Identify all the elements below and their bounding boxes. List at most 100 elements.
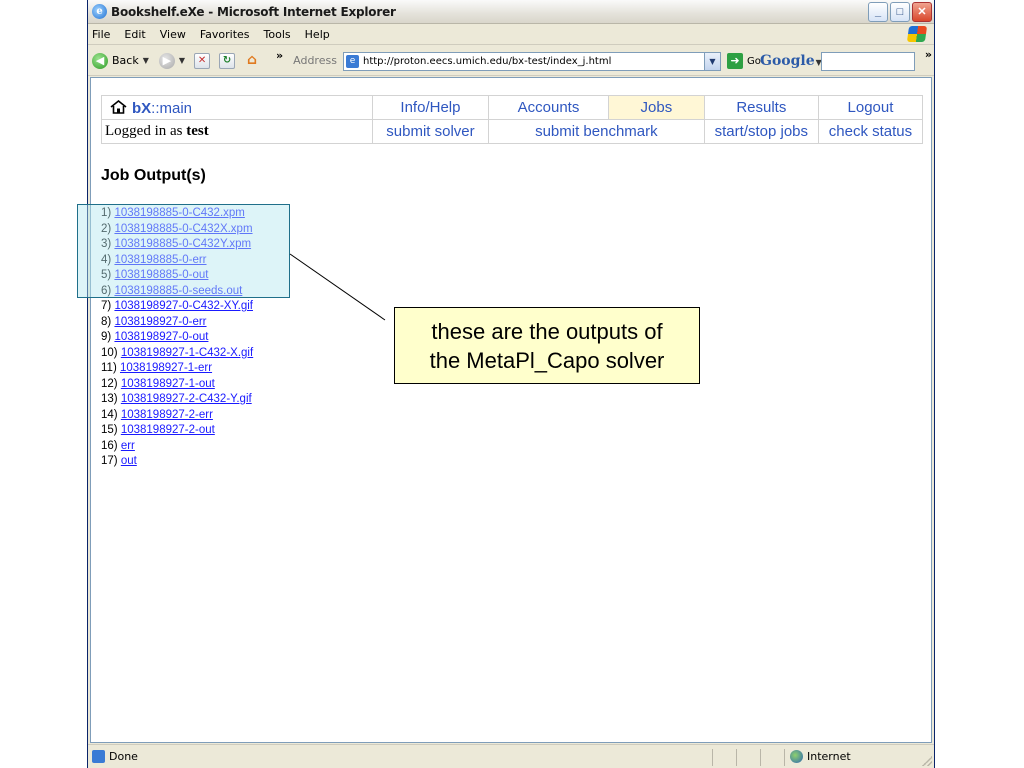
- title-bar[interactable]: e Bookshelf.eXe - Microsoft Internet Exp…: [88, 0, 934, 24]
- menu-help[interactable]: Help: [305, 28, 330, 41]
- output-file-link[interactable]: 1038198927-1-C432-X.gif: [121, 347, 253, 359]
- callout-line-1: these are the outputs of: [431, 318, 663, 344]
- google-search-input[interactable]: [821, 52, 915, 71]
- status-divider: [760, 749, 761, 766]
- nav-results[interactable]: Results: [703, 95, 819, 120]
- output-number: 12): [101, 377, 118, 390]
- subnav-check-status[interactable]: check status: [817, 119, 924, 144]
- page-done-icon: [92, 750, 105, 763]
- output-list-item: 10) 1038198927-1-C432-X.gif: [101, 346, 253, 362]
- window-title: Bookshelf.eXe - Microsoft Internet Explo…: [111, 4, 396, 19]
- output-number: 15): [101, 424, 118, 436]
- output-list-item: 14) 1038198927-2-err: [101, 408, 253, 424]
- output-number: 11): [101, 362, 117, 374]
- output-number: 14): [101, 408, 118, 421]
- app-logo-bold: bX: [132, 99, 152, 117]
- toolbar: ◀ Back ▼ ▶ ▼ ✕ ↻ ⌂ » Address e http://pr…: [88, 46, 934, 76]
- nav-accounts[interactable]: Accounts: [487, 95, 609, 120]
- logged-in-status: Logged in as test: [101, 119, 373, 144]
- app-logo[interactable]: bX::main: [101, 95, 373, 120]
- menu-view[interactable]: View: [160, 28, 186, 41]
- status-divider: [712, 749, 713, 766]
- subnav-start-stop-jobs[interactable]: start/stop jobs: [703, 119, 819, 144]
- subnav-submit-benchmark[interactable]: submit benchmark: [487, 119, 705, 144]
- nav-jobs[interactable]: Jobs: [607, 95, 705, 120]
- output-number: 10): [101, 346, 118, 359]
- status-divider: [784, 749, 785, 766]
- output-file-link[interactable]: 1038198927-2-C432-Y.gif: [121, 393, 252, 405]
- output-list-item: 8) 1038198927-0-err: [101, 315, 253, 331]
- google-more-chevron-icon[interactable]: »: [925, 48, 932, 61]
- output-list-item: 11) 1038198927-1-err: [101, 361, 253, 377]
- page-title: Job Output(s): [101, 167, 206, 184]
- output-file-link[interactable]: 1038198927-2-err: [121, 409, 213, 421]
- callout-box: these are the outputs of the MetaPl_Capo…: [394, 307, 700, 384]
- home-icon[interactable]: ⌂: [244, 53, 260, 69]
- go-button[interactable]: ➜ Go: [727, 53, 761, 69]
- back-dropdown-icon[interactable]: ▼: [143, 56, 149, 65]
- address-url[interactable]: http://proton.eecs.umich.edu/bx-test/ind…: [363, 56, 704, 67]
- output-file-link[interactable]: out: [121, 455, 137, 467]
- close-button[interactable]: ✕: [912, 2, 932, 22]
- resize-grip-icon[interactable]: [922, 756, 932, 766]
- status-text: Done: [109, 750, 138, 763]
- output-number: 13): [101, 393, 118, 405]
- output-number: 9): [101, 331, 112, 343]
- google-toolbar-logo[interactable]: Google▼: [760, 53, 822, 69]
- forward-arrow-icon[interactable]: ▶: [158, 52, 175, 69]
- output-list-item: 13) 1038198927-2-C432-Y.gif: [101, 392, 253, 408]
- stop-icon[interactable]: ✕: [194, 52, 211, 69]
- output-number: 7): [101, 300, 112, 312]
- app-logo-rest: ::main: [151, 99, 193, 117]
- menu-favorites[interactable]: Favorites: [200, 28, 250, 41]
- status-bar: Done Internet: [88, 744, 934, 768]
- forward-dropdown-icon[interactable]: ▼: [179, 56, 185, 65]
- menu-file[interactable]: File: [92, 28, 110, 41]
- output-file-link[interactable]: err: [121, 440, 135, 452]
- google-brand: Google: [760, 53, 815, 69]
- callout-line-2: the MetaPl_Capo solver: [429, 347, 665, 373]
- output-list-item: 16) err: [101, 439, 253, 455]
- security-zone[interactable]: Internet: [790, 750, 851, 763]
- nav-table: bX::main Info/Help Accounts Jobs Results…: [101, 95, 924, 144]
- menu-edit[interactable]: Edit: [124, 28, 145, 41]
- page-icon: e: [346, 55, 359, 68]
- output-list-item: 9) 1038198927-0-out: [101, 330, 253, 346]
- output-list-item: 15) 1038198927-2-out: [101, 423, 253, 439]
- maximize-button[interactable]: □: [890, 2, 910, 22]
- address-label: Address: [293, 54, 337, 67]
- refresh-icon[interactable]: ↻: [219, 52, 236, 69]
- menu-tools[interactable]: Tools: [264, 28, 291, 41]
- output-file-link[interactable]: 1038198927-0-err: [114, 316, 206, 328]
- nav-info-help[interactable]: Info/Help: [371, 95, 489, 120]
- windows-logo-icon: [906, 26, 928, 42]
- status-divider: [736, 749, 737, 766]
- back-button[interactable]: Back: [112, 54, 139, 67]
- logged-in-username: test: [186, 123, 209, 139]
- logged-in-prefix: Logged in as: [105, 123, 183, 139]
- zone-label: Internet: [807, 750, 851, 763]
- output-number: 8): [101, 315, 112, 328]
- output-file-link[interactable]: 1038198927-1-err: [120, 362, 212, 374]
- output-list-item: 7) 1038198927-0-C432-XY.gif: [101, 299, 253, 315]
- nav-logout[interactable]: Logout: [817, 95, 924, 120]
- output-number: 16): [101, 439, 118, 452]
- subnav-submit-solver[interactable]: submit solver: [371, 119, 489, 144]
- address-bar[interactable]: e http://proton.eecs.umich.edu/bx-test/i…: [343, 52, 721, 71]
- home-icon: [110, 99, 127, 114]
- minimize-button[interactable]: _: [868, 2, 888, 22]
- menu-bar: File Edit View Favorites Tools Help: [88, 24, 934, 45]
- output-file-link[interactable]: 1038198927-0-out: [114, 331, 208, 343]
- output-file-link[interactable]: 1038198927-1-out: [121, 378, 215, 390]
- browser-window: e Bookshelf.eXe - Microsoft Internet Exp…: [87, 0, 935, 768]
- go-arrow-icon: ➜: [727, 53, 743, 69]
- output-file-link[interactable]: 1038198927-2-out: [121, 424, 215, 436]
- output-file-link[interactable]: 1038198927-0-C432-XY.gif: [114, 300, 253, 312]
- internet-globe-icon: [790, 750, 803, 763]
- output-list-item: 12) 1038198927-1-out: [101, 377, 253, 393]
- back-arrow-icon[interactable]: ◀: [92, 52, 108, 69]
- address-dropdown-icon[interactable]: ▼: [704, 53, 720, 70]
- output-list-item: 17) out: [101, 454, 253, 470]
- toolbar-more-chevron-icon[interactable]: »: [276, 49, 283, 62]
- highlight-box: [77, 204, 290, 298]
